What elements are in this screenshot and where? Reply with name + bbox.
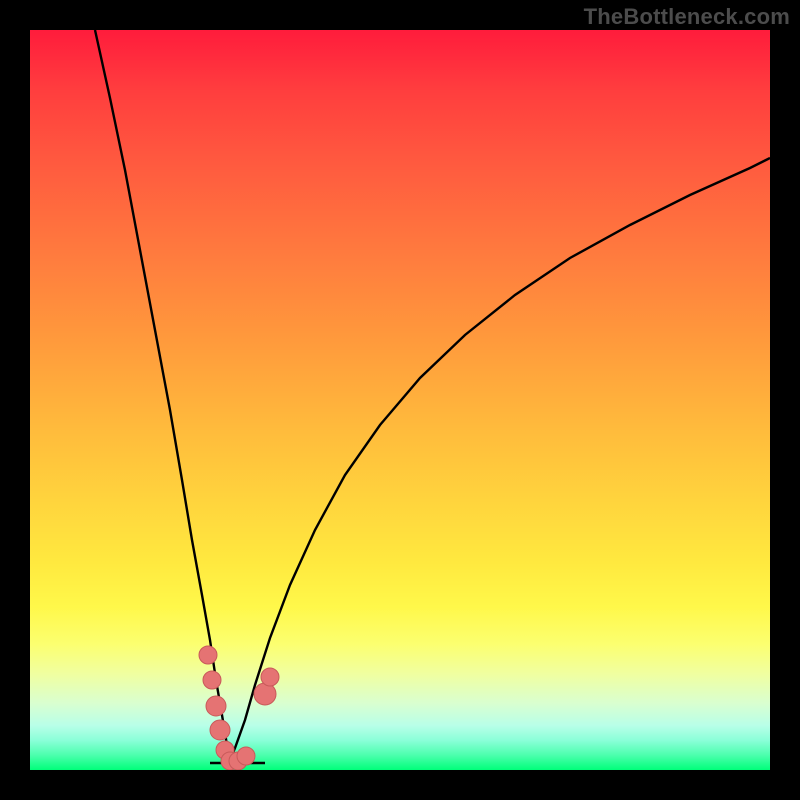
highlight-markers <box>199 646 279 770</box>
marker-dot <box>199 646 217 664</box>
marker-dot <box>210 720 230 740</box>
plot-area <box>30 30 770 770</box>
marker-dot <box>254 683 276 705</box>
watermark-text: TheBottleneck.com <box>584 4 790 30</box>
marker-dot <box>237 747 255 765</box>
curve-layer <box>30 30 770 770</box>
marker-dot <box>261 668 279 686</box>
chart-frame: TheBottleneck.com <box>0 0 800 800</box>
marker-dot <box>203 671 221 689</box>
bottleneck-curve <box>95 30 770 762</box>
marker-dot <box>206 696 226 716</box>
